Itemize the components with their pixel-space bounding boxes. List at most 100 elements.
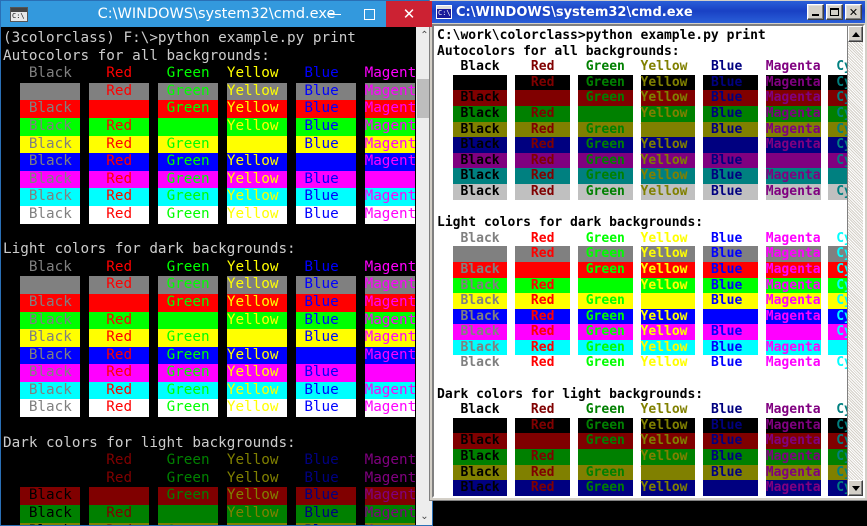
header-blue: Blue — [296, 259, 356, 277]
header-yellow: Yellow — [227, 259, 287, 277]
cell-yellow-on-white: Yellow — [227, 399, 287, 417]
cell-yellow-on-black: Yellow — [227, 470, 287, 488]
cell-red-on-black: Red — [89, 470, 149, 488]
header-green: Green — [578, 231, 633, 247]
cell-green-on-cyan: Green — [578, 340, 633, 356]
cell-magenta-on-magenta: Magenta — [766, 324, 821, 340]
cell-yellow-on-green: Yellow — [227, 505, 287, 523]
right-scrollbar[interactable] — [847, 26, 863, 496]
cell-magenta-on-black: Magenta — [766, 75, 821, 91]
cell-green-on-black: Green — [158, 276, 218, 294]
minimize-icon — [812, 14, 819, 16]
section-heading: Dark colors for light backgrounds: — [3, 435, 415, 453]
color-grid-row: Black Red Green Yellow Blue Magenta Cyan… — [3, 153, 415, 171]
cell-blue-on-green: Blue — [296, 505, 356, 523]
cell-cyan-on-yellow: Cyan — [828, 293, 847, 309]
cell-magenta-on-red: Magenta — [365, 294, 415, 312]
cell-black-on-blue: Black — [453, 137, 508, 153]
cmd-icon — [10, 7, 28, 22]
left-close-button[interactable]: ✕ — [386, 1, 432, 27]
cell-magenta-on-white: Magenta — [365, 399, 415, 417]
right-scroll-down-button[interactable] — [848, 480, 863, 496]
right-window-body: C:\work\colorclass>python example.py pri… — [432, 24, 865, 498]
header-cyan: Cyan — [828, 231, 847, 247]
cell-magenta-on-black: Magenta — [365, 83, 415, 101]
cell-black-on-magenta: Black — [453, 324, 508, 340]
cell-green-on-green: Green — [578, 449, 633, 465]
screen: C:\WINDOWS\system32\cmd.exe ✕ (3colorcla… — [0, 0, 867, 526]
color-grid-row: Black Red Green Yellow Blue Magenta Cyan… — [437, 75, 847, 91]
header-red: Red — [515, 59, 570, 75]
minimize-icon — [329, 14, 341, 15]
cell-cyan-on-blue: Cyan — [828, 480, 847, 496]
cell-blue-on-white: Blue — [703, 355, 758, 371]
right-titlebar[interactable]: C:\WINDOWS\system32\cmd.exe ✕ — [432, 1, 865, 23]
cell-red-on-green: Red — [515, 278, 570, 294]
color-grid-row: Black Red Green Yellow Blue Magenta Cyan… — [437, 355, 847, 371]
cell-blue-on-magenta: Blue — [296, 364, 356, 382]
cell-green-on-green: Green — [578, 106, 633, 122]
cell-blue-on-magenta: Blue — [703, 324, 758, 340]
cell-red-on-blue: Red — [515, 137, 570, 153]
cell-green-on-magenta: Green — [158, 364, 218, 382]
color-grid-row: Black Red Green Yellow Blue Magenta Cyan… — [3, 470, 415, 488]
cell-cyan-on-cyan: Cyan — [828, 340, 847, 356]
color-grid-row: Black Red Green Yellow Blue Magenta Cyan… — [437, 106, 847, 122]
cell-red-on-yellow: Red — [89, 523, 149, 525]
cell-magenta-on-red: Magenta — [766, 433, 821, 449]
cell-blue-on-green: Blue — [703, 449, 758, 465]
color-grid-row: Black Red Green Yellow Blue Magenta Cyan… — [3, 329, 415, 347]
cell-black-on-cyan: Black — [453, 168, 508, 184]
cell-magenta-on-yellow: Magenta — [766, 465, 821, 481]
cell-blue-on-cyan: Blue — [296, 382, 356, 400]
cell-yellow-on-yellow: Yellow — [641, 465, 696, 481]
window-left-cmd[interactable]: C:\WINDOWS\system32\cmd.exe ✕ (3colorcla… — [0, 0, 433, 526]
cell-cyan-on-yellow: Cyan — [828, 122, 847, 138]
section-heading: Autocolors for all backgrounds: — [437, 44, 847, 60]
right-scroll-up-button[interactable] — [848, 26, 863, 42]
left-minimize-button[interactable] — [318, 1, 352, 27]
left-console-output[interactable]: (3colorclass) F:\>python example.py prin… — [1, 27, 415, 525]
cell-cyan-on-red: Cyan — [828, 433, 847, 449]
header-red: Red — [89, 65, 149, 83]
header-blue: Blue — [703, 402, 758, 418]
right-scrollbar-track[interactable] — [848, 42, 863, 480]
left-titlebar[interactable]: C:\WINDOWS\system32\cmd.exe ✕ — [1, 1, 432, 27]
cell-yellow-on-yellow: Yellow — [227, 523, 287, 525]
cell-black-on-cyan: Black — [20, 188, 80, 206]
cell-green-on-black: Green — [578, 418, 633, 434]
right-console-output[interactable]: C:\work\colorclass>python example.py pri… — [434, 26, 847, 496]
cell-blue-on-green: Blue — [296, 312, 356, 330]
cell-red-on-red: Red — [515, 262, 570, 278]
cell-black-on-yellow: Black — [20, 523, 80, 525]
cell-black-on-blue: Black — [453, 309, 508, 325]
right-maximize-button[interactable] — [826, 4, 843, 20]
color-grid-header-row: Black Red Green Yellow Blue Magenta Cyan… — [3, 259, 415, 277]
cell-blue-on-cyan: Blue — [703, 168, 758, 184]
cell-magenta-on-green: Magenta — [766, 106, 821, 122]
color-grid-row: Black Red Green Yellow Blue Magenta Cyan… — [437, 153, 847, 169]
cell-magenta-on-yellow: Magenta — [365, 523, 415, 525]
right-minimize-button[interactable] — [807, 4, 824, 20]
cell-magenta-on-black: Magenta — [766, 246, 821, 262]
cell-magenta-on-green: Magenta — [766, 449, 821, 465]
color-grid-row: Black Red Green Yellow Blue Magenta Cyan… — [437, 465, 847, 481]
cell-green-on-red: Green — [158, 100, 218, 118]
cell-green-on-black: Green — [578, 246, 633, 262]
cell-blue-on-yellow: Blue — [296, 136, 356, 154]
left-maximize-button[interactable] — [352, 1, 386, 27]
cell-black-on-black: Black — [453, 246, 508, 262]
cell-black-on-red: Black — [453, 90, 508, 106]
right-close-button[interactable]: ✕ — [845, 4, 862, 20]
header-cyan: Cyan — [828, 402, 847, 418]
cell-blue-on-yellow: Blue — [703, 122, 758, 138]
left-scroll-down-icon[interactable]: ⌄ — [416, 508, 433, 525]
cell-magenta-on-cyan: Magenta — [766, 340, 821, 356]
cell-magenta-on-cyan: Magenta — [365, 188, 415, 206]
window-right-cmd[interactable]: C:\WINDOWS\system32\cmd.exe ✕ C:\work\co… — [430, 0, 867, 500]
cell-magenta-on-blue: Magenta — [766, 137, 821, 153]
cell-green-on-red: Green — [578, 90, 633, 106]
cell-black-on-magenta: Black — [20, 364, 80, 382]
header-red: Red — [89, 452, 149, 470]
cell-yellow-on-magenta: Yellow — [641, 153, 696, 169]
